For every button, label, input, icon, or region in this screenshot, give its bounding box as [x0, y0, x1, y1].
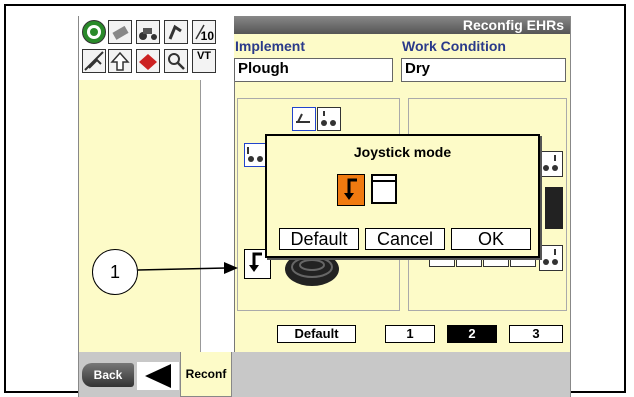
icon-toolbar: 10 VT: [79, 16, 234, 80]
vt-label: VT: [196, 50, 212, 62]
work-condition-field[interactable]: Dry: [401, 58, 566, 82]
hitch-bar-graphic: [545, 187, 563, 229]
joystick-mode-dialog: Joystick mode Default Cancel OK: [265, 134, 540, 258]
left-white-column: [201, 80, 235, 352]
book-icon[interactable]: [136, 49, 160, 73]
implement-field[interactable]: Plough: [234, 58, 393, 82]
dialog-cancel-button[interactable]: Cancel: [365, 228, 445, 250]
position-button-3[interactable]: 3: [509, 325, 563, 343]
tractor-rear-icon[interactable]: [539, 245, 563, 271]
joystick-mode-option-selected[interactable]: [337, 174, 365, 206]
left-arrow-icon[interactable]: [137, 362, 179, 390]
joystick-mode-option-blank[interactable]: [371, 174, 397, 204]
bottom-nav-bar: Back Reconf: [79, 352, 570, 397]
up-arrow-icon[interactable]: [108, 49, 132, 73]
hitch-icon[interactable]: [164, 20, 188, 44]
back-button[interactable]: Back: [82, 363, 134, 387]
callout-arrow: [138, 262, 238, 274]
timer-icon[interactable]: 10: [192, 20, 216, 44]
default-button[interactable]: Default: [277, 325, 356, 343]
title-bar: Reconfig EHRs: [234, 16, 570, 34]
position-button-1[interactable]: 1: [385, 325, 435, 343]
tractor-rear-icon[interactable]: [539, 151, 563, 177]
dialog-ok-button[interactable]: OK: [451, 228, 531, 250]
vt-icon[interactable]: VT: [192, 49, 216, 73]
position-button-2[interactable]: 2: [447, 325, 497, 343]
callout-number: 1: [92, 249, 138, 295]
tractor-icon[interactable]: [136, 20, 160, 44]
gear-icon[interactable]: [82, 20, 106, 44]
left-side-panel: [79, 80, 201, 352]
search-icon[interactable]: [164, 49, 188, 73]
plough-icon[interactable]: [82, 49, 106, 73]
work-condition-label: Work Condition: [402, 38, 506, 54]
tractor-lift-icon[interactable]: [317, 107, 341, 131]
page-title: Reconfig EHRs: [462, 17, 564, 33]
remote-icon[interactable]: [108, 20, 132, 44]
tab-reconf[interactable]: Reconf: [180, 352, 232, 397]
hitch-mode-icon[interactable]: [292, 107, 316, 131]
implement-label: Implement: [235, 38, 306, 54]
dialog-title: Joystick mode: [353, 144, 452, 160]
dialog-default-button[interactable]: Default: [279, 228, 359, 250]
